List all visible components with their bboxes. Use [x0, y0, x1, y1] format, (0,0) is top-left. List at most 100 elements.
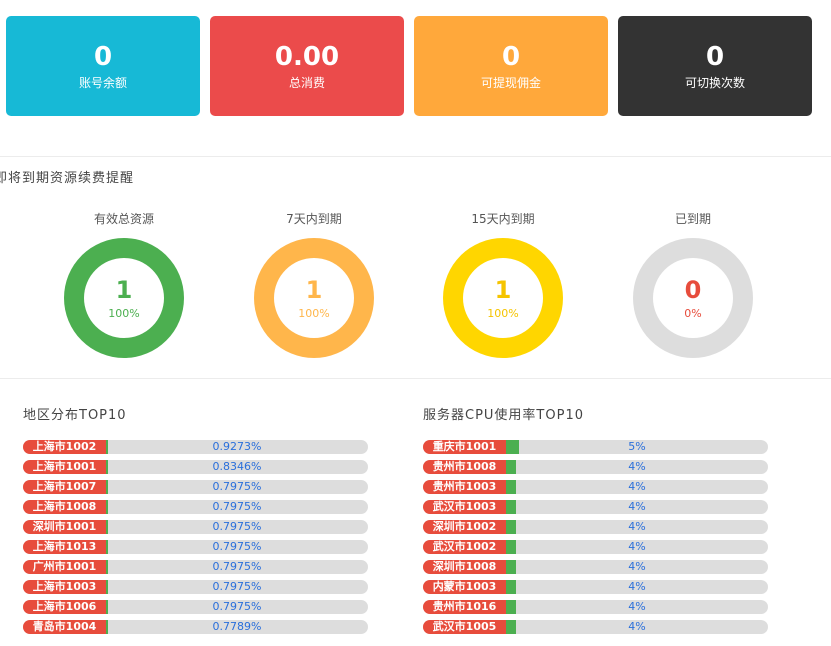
list-item: 深圳市1002 4% — [423, 520, 768, 534]
list-item: 深圳市1001 0.7975% — [23, 520, 368, 534]
region-percent: 0.8346% — [212, 460, 262, 473]
donut-ring: 1 100% — [254, 238, 374, 358]
donut-expiring-7-days: 7天内到期 1 100% — [254, 210, 374, 358]
region-name: 上海市1002 — [23, 440, 106, 454]
switch-count-label: 可切换次数 — [684, 75, 745, 90]
withdrawable-commission-label: 可提现佣金 — [480, 75, 541, 90]
cpu-percent: 4% — [628, 480, 646, 493]
list-item: 武汉市1003 4% — [423, 500, 768, 514]
list-item: 贵州市1003 4% — [423, 480, 768, 494]
region-percent: 0.9273% — [212, 440, 262, 453]
cpu-percent: 4% — [628, 580, 646, 593]
server-name: 武汉市1002 — [423, 540, 506, 554]
region-name: 上海市1013 — [23, 540, 106, 554]
region-name: 深圳市1001 — [23, 520, 106, 534]
server-name: 内蒙市1003 — [423, 580, 506, 594]
region-name: 上海市1007 — [23, 480, 106, 494]
total-spend-value: 0.00 — [274, 41, 340, 72]
cpu-top10-title: 服务器CPU使用率TOP10 — [423, 408, 584, 423]
donut-percent: 100% — [487, 306, 519, 320]
region-percent: 0.7975% — [212, 580, 262, 593]
list-item: 重庆市1001 5% — [423, 440, 768, 454]
renewal-reminder-title: 即将到期资源续费提醒 — [0, 171, 135, 186]
list-item: 上海市1003 0.7975% — [23, 580, 368, 594]
donut-value: 1 — [115, 275, 133, 304]
server-name: 贵州市1003 — [423, 480, 506, 494]
region-name: 青岛市1004 — [23, 620, 106, 634]
region-percent: 0.7975% — [212, 560, 262, 573]
list-item: 上海市1007 0.7975% — [23, 480, 368, 494]
server-name: 武汉市1005 — [423, 620, 506, 634]
list-item: 青岛市1004 0.7789% — [23, 620, 368, 634]
region-percent: 0.7975% — [212, 600, 262, 613]
stat-cards: 0 账号余额 0.00 总消费 0 可提现佣金 0 可切换次数 — [6, 16, 812, 116]
account-balance-label: 账号余额 — [78, 75, 127, 90]
divider — [0, 378, 831, 379]
list-item: 上海市1013 0.7975% — [23, 540, 368, 554]
donut-label: 15天内到期 — [471, 212, 535, 226]
cpu-percent: 4% — [628, 520, 646, 533]
list-item: 武汉市1005 4% — [423, 620, 768, 634]
list-item: 贵州市1008 4% — [423, 460, 768, 474]
card-withdrawable-commission: 0 可提现佣金 — [414, 16, 608, 116]
donut-expiring-15-days: 15天内到期 1 100% — [443, 210, 563, 358]
region-name: 上海市1006 — [23, 600, 106, 614]
region-name: 广州市1001 — [23, 560, 106, 574]
server-name: 贵州市1008 — [423, 460, 506, 474]
server-name: 重庆市1001 — [423, 440, 506, 454]
server-name: 深圳市1008 — [423, 560, 506, 574]
server-name: 深圳市1002 — [423, 520, 506, 534]
donut-value: 0 — [684, 275, 702, 304]
donut-label: 有效总资源 — [93, 212, 154, 226]
cpu-percent: 4% — [628, 540, 646, 553]
region-percent: 0.7975% — [212, 480, 262, 493]
region-top10-title: 地区分布TOP10 — [23, 408, 127, 423]
region-percent: 0.7789% — [212, 620, 262, 633]
donut-ring: 1 100% — [443, 238, 563, 358]
list-item: 武汉市1002 4% — [423, 540, 768, 554]
cpu-top10-list: 重庆市1001 5% 贵州市1008 4% 贵州市1003 4% 武汉市1003 4% … — [423, 440, 768, 640]
donut-value: 1 — [494, 275, 512, 304]
cpu-percent: 4% — [628, 620, 646, 633]
list-item: 上海市1008 0.7975% — [23, 500, 368, 514]
donut-ring: 1 100% — [64, 238, 184, 358]
region-top10-list: 上海市1002 0.9273% 上海市1001 0.8346% 上海市1007 0.7… — [23, 440, 368, 640]
list-item: 广州市1001 0.7975% — [23, 560, 368, 574]
cpu-percent: 4% — [628, 460, 646, 473]
donut-ring: 0 0% — [633, 238, 753, 358]
list-item: 上海市1001 0.8346% — [23, 460, 368, 474]
switch-count-value: 0 — [705, 41, 725, 72]
account-balance-value: 0 — [93, 41, 113, 72]
cpu-percent: 4% — [628, 500, 646, 513]
donut-percent: 100% — [298, 306, 330, 320]
card-switch-count: 0 可切换次数 — [618, 16, 812, 116]
region-percent: 0.7975% — [212, 520, 262, 533]
total-spend-label: 总消费 — [288, 75, 325, 90]
server-name: 武汉市1003 — [423, 500, 506, 514]
cpu-percent: 5% — [628, 440, 646, 453]
donut-percent: 0% — [684, 306, 702, 320]
list-item: 内蒙市1003 4% — [423, 580, 768, 594]
server-name: 贵州市1016 — [423, 600, 506, 614]
list-item: 深圳市1008 4% — [423, 560, 768, 574]
region-name: 上海市1008 — [23, 500, 106, 514]
list-item: 上海市1002 0.9273% — [23, 440, 368, 454]
region-percent: 0.7975% — [212, 540, 262, 553]
list-item: 上海市1006 0.7975% — [23, 600, 368, 614]
donut-expired: 已到期 0 0% — [633, 210, 753, 358]
donut-label: 已到期 — [674, 212, 711, 226]
region-name: 上海市1001 — [23, 460, 106, 474]
region-percent: 0.7975% — [212, 500, 262, 513]
donut-percent: 100% — [108, 306, 140, 320]
donut-label: 7天内到期 — [286, 212, 342, 226]
cpu-percent: 4% — [628, 600, 646, 613]
withdrawable-commission-value: 0 — [501, 41, 521, 72]
card-total-spend: 0.00 总消费 — [210, 16, 404, 116]
region-name: 上海市1003 — [23, 580, 106, 594]
donut-value: 1 — [305, 275, 323, 304]
card-account-balance: 0 账号余额 — [6, 16, 200, 116]
cpu-percent: 4% — [628, 560, 646, 573]
list-item: 贵州市1016 4% — [423, 600, 768, 614]
donut-total-resources: 有效总资源 1 100% — [64, 210, 184, 358]
divider — [0, 156, 831, 157]
